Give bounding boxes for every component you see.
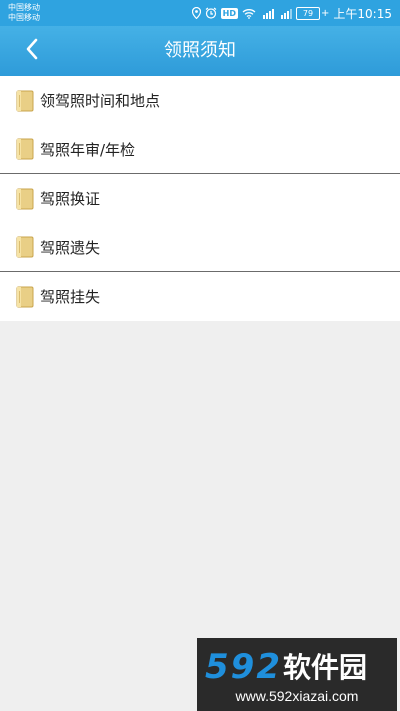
status-icons: HD 79 + 上午10:15 [191, 4, 392, 22]
folder-icon [16, 90, 34, 112]
battery-icon: 79 [296, 6, 321, 20]
title-bar: 领照须知 [0, 26, 400, 76]
page-title: 领照须知 [164, 40, 236, 61]
list-item[interactable]: 驾照挂失 [0, 272, 400, 321]
signal-2g-icon [278, 7, 293, 19]
hd-icon: HD [220, 7, 239, 19]
location-icon [191, 7, 201, 19]
signal-4g-icon [260, 7, 275, 19]
list-item[interactable]: 领驾照时间和地点 [0, 76, 400, 125]
folder-icon [16, 286, 34, 308]
wifi-icon [242, 8, 256, 19]
list-item-label: 驾照挂失 [40, 288, 101, 306]
list-item-label: 驾照年审/年检 [40, 140, 136, 159]
list-item[interactable]: 驾照遗失 [0, 223, 400, 272]
svg-text:软件园: 软件园 [283, 651, 367, 684]
status-bar: 中国移动 中国移动 HD 79 + 上午10:15 [0, 0, 400, 26]
folder-icon [16, 236, 34, 258]
svg-text:592: 592 [205, 647, 282, 686]
list-item-label: 领驾照时间和地点 [40, 92, 161, 110]
app-screen: 中国移动 中国移动 HD 79 + 上午10:15 领照须知 领驾照时间和地点 … [0, 0, 400, 711]
watermark: 592 软件园 www.592xiazai.com [197, 638, 397, 711]
watermark-url: www.592xiazai.com [235, 688, 359, 704]
folder-icon [16, 188, 34, 210]
folder-icon [16, 138, 34, 160]
list-item[interactable]: 驾照换证 [0, 174, 400, 223]
carrier-label-1: 中国移动 [8, 3, 40, 12]
status-time: 上午10:15 [333, 6, 392, 21]
list-item-label: 驾照换证 [40, 190, 101, 208]
carrier-label-2: 中国移动 [8, 13, 40, 22]
info-list: 领驾照时间和地点 驾照年审/年检 驾照换证 驾照遗失 驾照挂失 [0, 76, 400, 321]
charging-icon: + [321, 7, 330, 19]
list-item[interactable]: 驾照年审/年检 [0, 125, 400, 174]
list-item-label: 驾照遗失 [40, 238, 101, 257]
watermark-logo: 592 软件园 [203, 644, 391, 690]
alarm-icon [205, 7, 217, 19]
